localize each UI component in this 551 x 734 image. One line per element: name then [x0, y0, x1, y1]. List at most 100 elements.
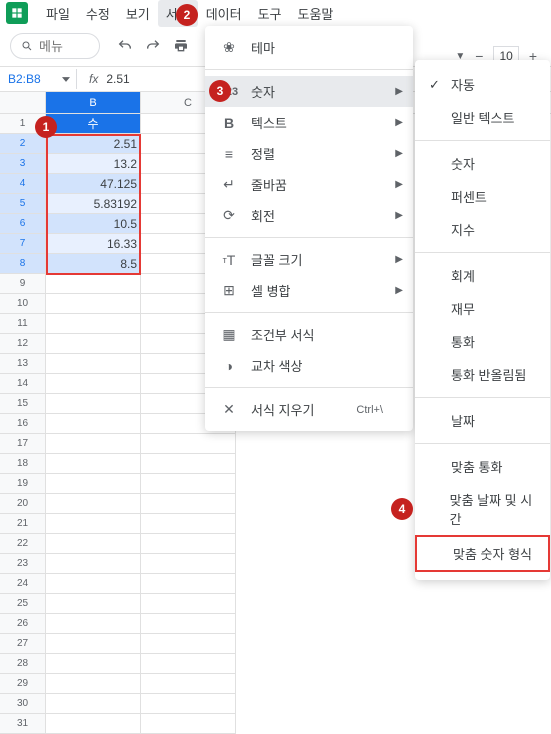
- cell[interactable]: 13.2: [46, 154, 141, 174]
- cell[interactable]: [46, 314, 141, 334]
- row-header[interactable]: 14: [0, 374, 46, 394]
- cell[interactable]: [46, 394, 141, 414]
- cell[interactable]: [141, 534, 236, 554]
- cell[interactable]: 16.33: [46, 234, 141, 254]
- cell[interactable]: [141, 634, 236, 654]
- row-header[interactable]: 17: [0, 434, 46, 454]
- num-custom-datetime[interactable]: 맞춤 날짜 및 시간: [415, 483, 550, 535]
- num-number[interactable]: 숫자: [415, 147, 550, 180]
- menu-merge[interactable]: ⊞셀 병합▶: [205, 275, 413, 306]
- cell[interactable]: [141, 614, 236, 634]
- cell[interactable]: [46, 474, 141, 494]
- cell[interactable]: [46, 594, 141, 614]
- menu-fontsize[interactable]: тT글꼴 크기▶: [205, 244, 413, 275]
- row-header[interactable]: 26: [0, 614, 46, 634]
- print-icon[interactable]: [168, 33, 194, 59]
- cell[interactable]: [46, 694, 141, 714]
- row-header[interactable]: 11: [0, 314, 46, 334]
- cell[interactable]: [141, 474, 236, 494]
- redo-icon[interactable]: [140, 33, 166, 59]
- menu-align[interactable]: ≡정렬▶: [205, 138, 413, 169]
- row-header[interactable]: 2: [0, 134, 46, 154]
- name-box[interactable]: B2:B8: [0, 72, 60, 86]
- cell[interactable]: [141, 594, 236, 614]
- num-custom-number[interactable]: 맞춤 숫자 형식: [415, 535, 550, 572]
- cell[interactable]: [46, 614, 141, 634]
- menu-wrap[interactable]: ↵줄바꿈▶: [205, 169, 413, 200]
- menu-data[interactable]: 데이터: [198, 0, 250, 27]
- cell[interactable]: [46, 514, 141, 534]
- cell[interactable]: [141, 654, 236, 674]
- num-plain[interactable]: 일반 텍스트: [415, 101, 550, 134]
- row-header[interactable]: 10: [0, 294, 46, 314]
- num-currency-round[interactable]: 통화 반올림됨: [415, 358, 550, 391]
- cell[interactable]: 5.83192: [46, 194, 141, 214]
- cell[interactable]: [46, 434, 141, 454]
- row-header[interactable]: 25: [0, 594, 46, 614]
- num-auto[interactable]: ✓자동: [415, 68, 550, 101]
- cell[interactable]: [46, 574, 141, 594]
- menu-edit[interactable]: 수정: [78, 0, 118, 27]
- row-header[interactable]: 16: [0, 414, 46, 434]
- menu-view[interactable]: 보기: [118, 0, 158, 27]
- cell[interactable]: [46, 634, 141, 654]
- row-header[interactable]: 19: [0, 474, 46, 494]
- menu-clear[interactable]: ✕서식 지우기Ctrl+\: [205, 394, 413, 425]
- cell[interactable]: [46, 374, 141, 394]
- row-header[interactable]: 21: [0, 514, 46, 534]
- cell[interactable]: 수: [46, 114, 141, 134]
- menu-theme[interactable]: ❀테마: [205, 32, 413, 63]
- cell[interactable]: [46, 294, 141, 314]
- row-header[interactable]: 30: [0, 694, 46, 714]
- namebox-dropdown-icon[interactable]: [60, 77, 72, 82]
- cell[interactable]: [141, 554, 236, 574]
- cell[interactable]: [141, 494, 236, 514]
- row-header[interactable]: 29: [0, 674, 46, 694]
- row-header[interactable]: 27: [0, 634, 46, 654]
- col-header-b[interactable]: B: [46, 92, 141, 113]
- menu-rotate[interactable]: ⟳회전▶: [205, 200, 413, 231]
- cell[interactable]: [141, 674, 236, 694]
- undo-icon[interactable]: [112, 33, 138, 59]
- menu-help[interactable]: 도움말: [290, 0, 342, 27]
- num-currency[interactable]: 통화: [415, 325, 550, 358]
- cell[interactable]: [46, 414, 141, 434]
- row-header[interactable]: 3: [0, 154, 46, 174]
- cell[interactable]: [46, 554, 141, 574]
- menu-number[interactable]: 123숫자▶: [205, 76, 413, 107]
- row-header[interactable]: 9: [0, 274, 46, 294]
- cell[interactable]: [141, 454, 236, 474]
- cell[interactable]: [46, 494, 141, 514]
- num-percent[interactable]: 퍼센트: [415, 180, 550, 213]
- menu-tools[interactable]: 도구: [250, 0, 290, 27]
- row-header[interactable]: 4: [0, 174, 46, 194]
- menu-altcolor[interactable]: ◑교차 색상: [205, 350, 413, 381]
- row-header[interactable]: 28: [0, 654, 46, 674]
- menu-conditional[interactable]: ▦조건부 서식: [205, 319, 413, 350]
- cell[interactable]: 8.5: [46, 254, 141, 274]
- formula-value[interactable]: 2.51: [106, 72, 129, 86]
- row-header[interactable]: 8: [0, 254, 46, 274]
- cell[interactable]: [46, 274, 141, 294]
- row-header[interactable]: 13: [0, 354, 46, 374]
- row-header[interactable]: 5: [0, 194, 46, 214]
- row-header[interactable]: 31: [0, 714, 46, 734]
- menu-text[interactable]: B텍스트▶: [205, 107, 413, 138]
- num-accounting[interactable]: 회계: [415, 259, 550, 292]
- row-header[interactable]: 7: [0, 234, 46, 254]
- menu-search[interactable]: [10, 33, 100, 59]
- cell[interactable]: 47.125: [46, 174, 141, 194]
- cell[interactable]: [46, 714, 141, 734]
- cell[interactable]: [46, 674, 141, 694]
- num-financial[interactable]: 재무: [415, 292, 550, 325]
- num-date[interactable]: 날짜: [415, 404, 550, 437]
- num-sci[interactable]: 지수: [415, 213, 550, 246]
- menu-file[interactable]: 파일: [38, 0, 78, 27]
- cell[interactable]: [46, 454, 141, 474]
- cell[interactable]: 2.51: [46, 134, 141, 154]
- cell[interactable]: [46, 354, 141, 374]
- cell[interactable]: [141, 714, 236, 734]
- cell[interactable]: 10.5: [46, 214, 141, 234]
- cell[interactable]: [141, 434, 236, 454]
- cell[interactable]: [46, 534, 141, 554]
